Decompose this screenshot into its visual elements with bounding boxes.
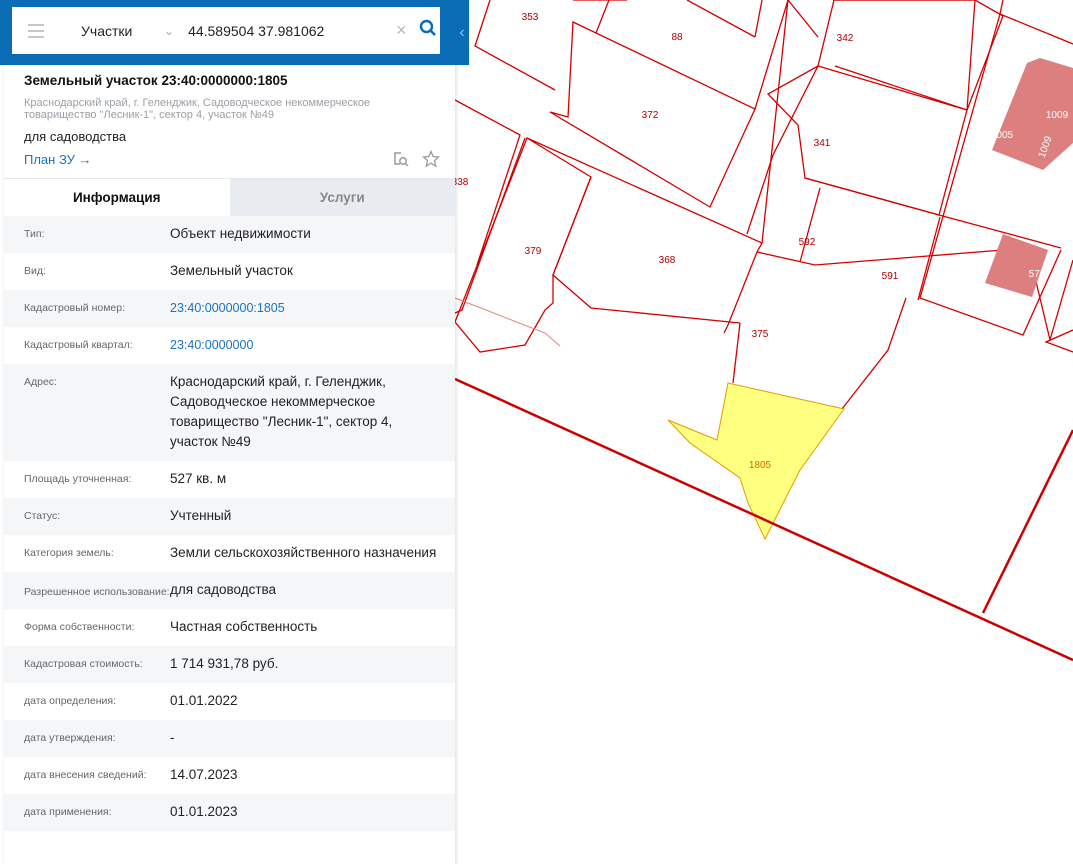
tab-info[interactable]: Информация	[4, 179, 230, 216]
row-value: 01.01.2022	[170, 693, 238, 708]
info-row: Форма собственности: Частная собственност…	[4, 609, 455, 646]
search-input[interactable]: 44.589504 37.981062	[188, 23, 396, 39]
row-label: Статус:	[24, 510, 61, 522]
map-label: 592	[799, 237, 816, 248]
star-icon[interactable]	[421, 149, 441, 173]
plan-link[interactable]: План ЗУ →	[24, 152, 92, 167]
info-table: Тип: Объект недвижимости Вид: Земельный уча…	[4, 216, 455, 831]
row-value[interactable]: 23:40:0000000:1805	[170, 298, 440, 318]
info-row: Вид: Земельный участок	[4, 253, 455, 290]
row-label: Форма собственности:	[24, 621, 135, 633]
row-label: Тип:	[24, 228, 45, 240]
map-label: 379	[525, 246, 542, 257]
map-label: 579	[1029, 269, 1046, 280]
map-label: 1005	[991, 130, 1014, 141]
row-label: Площадь уточненная:	[24, 473, 132, 485]
row-value: Краснодарский край, г. Геленджик, Садово…	[170, 374, 393, 449]
row-label: Категория земель:	[24, 547, 114, 559]
info-row: дата применения: 01.01.2023	[4, 794, 455, 831]
row-value: Частная собственность	[170, 619, 318, 634]
row-value: Земельный участок	[170, 263, 293, 278]
map-label: 353	[522, 12, 539, 23]
find-on-map-icon[interactable]	[392, 150, 410, 173]
map-label: 88	[671, 32, 683, 43]
info-row: Статус: Учтенный	[4, 498, 455, 535]
row-label: Адрес:	[24, 376, 57, 388]
info-row: Кадастровый квартал: 23:40:0000000	[4, 327, 455, 364]
map-label: 591	[882, 271, 899, 282]
info-row: дата определения: 01.01.2022	[4, 683, 455, 720]
map-label: 1009	[1046, 110, 1069, 121]
row-value: -	[170, 730, 175, 745]
row-label: Кадастровый квартал:	[24, 339, 133, 351]
row-label: дата утверждения:	[24, 732, 116, 744]
top-bar: Участки ⌄ 44.589504 37.981062 ×	[0, 0, 459, 65]
search-bar: Участки ⌄ 44.589504 37.981062 ×	[12, 7, 440, 54]
row-value: Учтенный	[170, 508, 232, 523]
info-row: Площадь уточненная: 527 кв. м	[4, 461, 455, 498]
info-row: Адрес: Краснодарский край, г. Геленджик, …	[4, 364, 455, 461]
info-panel: Земельный участок 23:40:0000000:1805 Кра…	[4, 0, 455, 864]
menu-icon[interactable]	[28, 23, 44, 38]
layer-select[interactable]: Участки	[81, 23, 161, 39]
parcel-purpose: для садоводства	[24, 129, 127, 144]
row-label: Разрешенное использование:	[24, 585, 170, 598]
row-label: дата применения:	[24, 806, 112, 818]
info-row: дата внесения сведений: 14.07.2023	[4, 757, 455, 794]
row-value: Земли сельскохозяйственного назначения	[170, 545, 437, 560]
row-label: дата внесения сведений:	[24, 769, 147, 781]
parcel-address: Краснодарский край, г. Геленджик, Садово…	[24, 97, 371, 121]
info-row: Категория земель: Земли сельскохозяйствен…	[4, 535, 455, 572]
map-label: 368	[659, 255, 676, 266]
row-value[interactable]: 23:40:0000000	[170, 335, 440, 355]
row-label: Вид:	[24, 265, 46, 277]
map-label: 341	[814, 138, 831, 149]
info-row: Разрешенное использование: для садоводств…	[4, 572, 455, 609]
map-label: 342	[837, 33, 854, 44]
row-value: 01.01.2023	[170, 804, 238, 819]
row-label: Кадастровая стоимость:	[24, 658, 143, 670]
close-icon[interactable]: ×	[396, 20, 407, 41]
row-label: дата определения:	[24, 695, 117, 707]
map-label: 375	[752, 329, 769, 340]
map-label: 1805	[749, 460, 772, 471]
row-label: Кадастровый номер:	[24, 302, 126, 314]
parcel-title: Земельный участок 23:40:0000000:1805	[24, 73, 288, 88]
row-value: 14.07.2023	[170, 767, 238, 782]
row-value: 1 714 931,78 руб.	[170, 656, 279, 671]
info-row: Кадастровая стоимость: 1 714 931,78 руб.	[4, 646, 455, 683]
row-value: 527 кв. м	[170, 471, 227, 486]
info-row: дата утверждения: -	[4, 720, 455, 757]
row-value: для садоводства	[170, 582, 277, 597]
collapse-panel-button[interactable]: ‹	[455, 0, 469, 65]
info-row: Тип: Объект недвижимости	[4, 216, 455, 253]
tab-services[interactable]: Услуги	[229, 179, 455, 216]
chevron-down-icon[interactable]: ⌄	[164, 24, 174, 38]
row-value: Объект недвижимости	[170, 226, 311, 241]
search-icon[interactable]	[419, 19, 437, 42]
map-label: 372	[642, 110, 659, 121]
info-row: Кадастровый номер: 23:40:0000000:1805	[4, 290, 455, 327]
